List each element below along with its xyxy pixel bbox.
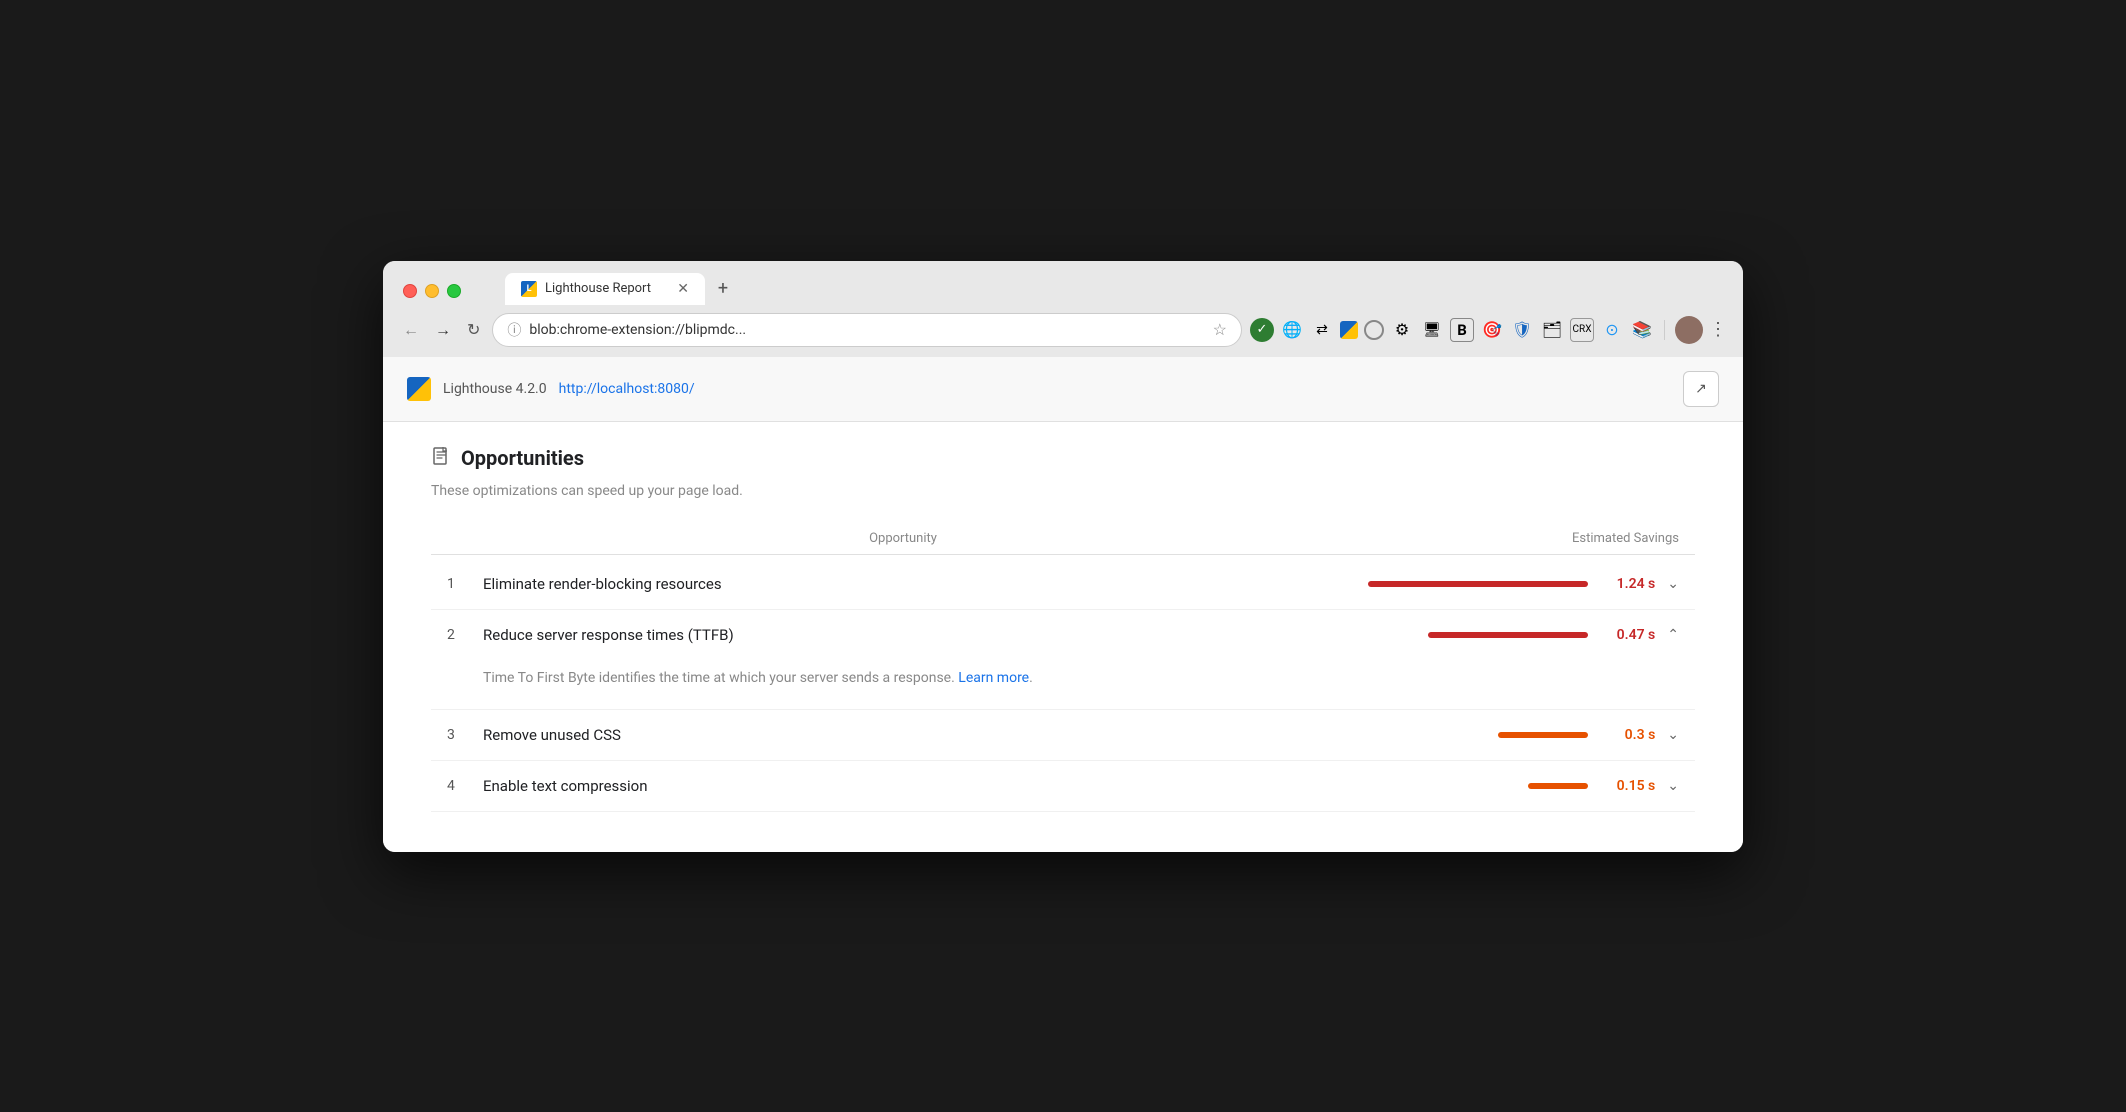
tab-favicon: L <box>521 281 537 297</box>
tab-title: Lighthouse Report <box>545 281 669 296</box>
opportunity-number: 4 <box>447 778 467 794</box>
opportunity-name: Remove unused CSS <box>483 726 621 744</box>
table-row: 1 Eliminate render-blocking resources 1.… <box>431 559 1695 610</box>
lighthouse-header-left: Lighthouse 4.2.0 http://localhost:8080/ <box>407 377 695 401</box>
extension-icon-gear[interactable]: ⚙ <box>1390 318 1414 342</box>
opportunity-name: Reduce server response times (TTFB) <box>483 626 734 644</box>
savings-bar <box>1498 732 1588 738</box>
opportunity-name: Enable text compression <box>483 777 648 795</box>
opportunity-right: 1.24 s ⌄ <box>1359 576 1679 592</box>
toolbar-separator <box>1664 320 1665 340</box>
minimize-button[interactable] <box>425 284 439 298</box>
reload-button[interactable]: ↻ <box>463 316 484 343</box>
tabs-row: L Lighthouse Report ✕ + <box>505 273 737 305</box>
opportunity-number: 3 <box>447 727 467 743</box>
lighthouse-header: Lighthouse 4.2.0 http://localhost:8080/ … <box>383 357 1743 422</box>
browser-menu-button[interactable]: ⋮ <box>1709 319 1727 340</box>
share-icon: ↗ <box>1695 381 1707 397</box>
savings-value: 0.3 s <box>1600 727 1655 743</box>
opportunity-left: 4 Enable text compression <box>447 777 1359 795</box>
extension-icon-screen[interactable]: 🖥 <box>1420 318 1444 342</box>
extension-icon-globe[interactable]: 🌐 <box>1280 318 1304 342</box>
share-button[interactable]: ↗ <box>1683 371 1719 407</box>
close-button[interactable] <box>403 284 417 298</box>
learn-more-link[interactable]: Learn more <box>958 670 1029 686</box>
opportunity-left: 1 Eliminate render-blocking resources <box>447 575 1359 593</box>
section-description: These optimizations can speed up your pa… <box>431 483 1695 499</box>
savings-value: 0.47 s <box>1600 627 1655 643</box>
extension-icon-arrow[interactable]: ⇄ <box>1310 318 1334 342</box>
savings-bar <box>1528 783 1588 789</box>
section-header: Opportunities <box>431 446 1695 471</box>
title-bar: L Lighthouse Report ✕ + <box>383 261 1743 305</box>
savings-bar-container <box>1498 732 1588 738</box>
expanded-description: Time To First Byte identifies the time a… <box>483 670 958 686</box>
savings-value: 1.24 s <box>1600 576 1655 592</box>
extension-icon-target[interactable]: 🎯 <box>1480 318 1504 342</box>
lighthouse-url-link[interactable]: http://localhost:8080/ <box>559 381 695 397</box>
info-icon: ⓘ <box>507 320 521 340</box>
lighthouse-logo <box>407 377 431 401</box>
expand-chevron[interactable]: ⌄ <box>1667 576 1679 592</box>
opportunity-number: 2 <box>447 627 467 643</box>
tab-close-button[interactable]: ✕ <box>677 282 689 296</box>
url-text: blob:chrome-extension://blipmdc... <box>529 322 1204 338</box>
browser-window: L Lighthouse Report ✕ + ← → ↻ ⓘ blob:chr… <box>383 261 1743 852</box>
extension-icon-green-check[interactable]: ✓ <box>1250 318 1274 342</box>
column-header-savings: Estimated Savings <box>1359 531 1679 546</box>
bookmark-icon[interactable]: ☆ <box>1213 320 1227 339</box>
extension-icon-bold-b[interactable]: B <box>1450 318 1474 342</box>
expand-chevron[interactable]: ⌄ <box>1667 727 1679 743</box>
address-bar: ← → ↻ ⓘ blob:chrome-extension://blipmdc.… <box>383 305 1743 357</box>
opportunity-right: 0.3 s ⌄ <box>1359 727 1679 743</box>
expanded-content: Time To First Byte identifies the time a… <box>431 660 1695 710</box>
new-tab-button[interactable]: + <box>709 275 737 303</box>
active-tab[interactable]: L Lighthouse Report ✕ <box>505 273 705 305</box>
table-row: 4 Enable text compression 0.15 s ⌄ <box>431 761 1695 812</box>
extension-icon-crx[interactable]: CRX <box>1570 318 1594 342</box>
expand-chevron[interactable]: ⌄ <box>1667 778 1679 794</box>
extension-icon-lighthouse[interactable] <box>1340 321 1358 339</box>
extension-icon-blue-circle[interactable]: ⊙ <box>1600 318 1624 342</box>
section-title: Opportunities <box>461 446 584 470</box>
profile-picture[interactable] <box>1675 316 1703 344</box>
savings-bar-container <box>1368 581 1588 587</box>
url-bar[interactable]: ⓘ blob:chrome-extension://blipmdc... ☆ <box>492 313 1242 347</box>
content-area: Lighthouse 4.2.0 http://localhost:8080/ … <box>383 357 1743 852</box>
back-button[interactable]: ← <box>399 316 423 344</box>
opportunity-name: Eliminate render-blocking resources <box>483 575 722 593</box>
forward-button[interactable]: → <box>431 316 455 344</box>
extension-icon-circle[interactable] <box>1364 320 1384 340</box>
extension-icon-book[interactable]: 📚 <box>1630 318 1654 342</box>
opportunities-table: Opportunity Estimated Savings 1 Eliminat… <box>431 523 1695 812</box>
opportunities-icon <box>431 446 451 471</box>
opportunity-left: 2 Reduce server response times (TTFB) <box>447 626 1359 644</box>
toolbar-icons: ✓ 🌐 ⇄ ⚙ 🖥 B 🎯 🛡 🗂 CRX ⊙ 📚 ⋮ <box>1250 316 1727 344</box>
savings-bar <box>1368 581 1588 587</box>
lighthouse-version: Lighthouse 4.2.0 <box>443 381 547 397</box>
table-header: Opportunity Estimated Savings <box>431 523 1695 555</box>
maximize-button[interactable] <box>447 284 461 298</box>
opportunity-left: 3 Remove unused CSS <box>447 726 1359 744</box>
savings-bar-container <box>1428 632 1588 638</box>
extension-icon-red[interactable]: 🗂 <box>1540 318 1564 342</box>
table-row: 3 Remove unused CSS 0.3 s ⌄ <box>431 710 1695 761</box>
column-header-opportunity: Opportunity <box>447 531 1359 546</box>
table-row: 2 Reduce server response times (TTFB) 0.… <box>431 610 1695 660</box>
main-content: Opportunities These optimizations can sp… <box>383 422 1743 852</box>
opportunity-number: 1 <box>447 576 467 592</box>
expanded-period: . <box>1029 670 1033 686</box>
savings-value: 0.15 s <box>1600 778 1655 794</box>
opportunity-right: 0.15 s ⌄ <box>1359 778 1679 794</box>
collapse-chevron[interactable]: ⌃ <box>1667 627 1679 643</box>
extension-icon-shield[interactable]: 🛡 <box>1510 318 1534 342</box>
savings-bar-container <box>1528 783 1588 789</box>
opportunity-right: 0.47 s ⌃ <box>1359 627 1679 643</box>
savings-bar <box>1428 632 1588 638</box>
